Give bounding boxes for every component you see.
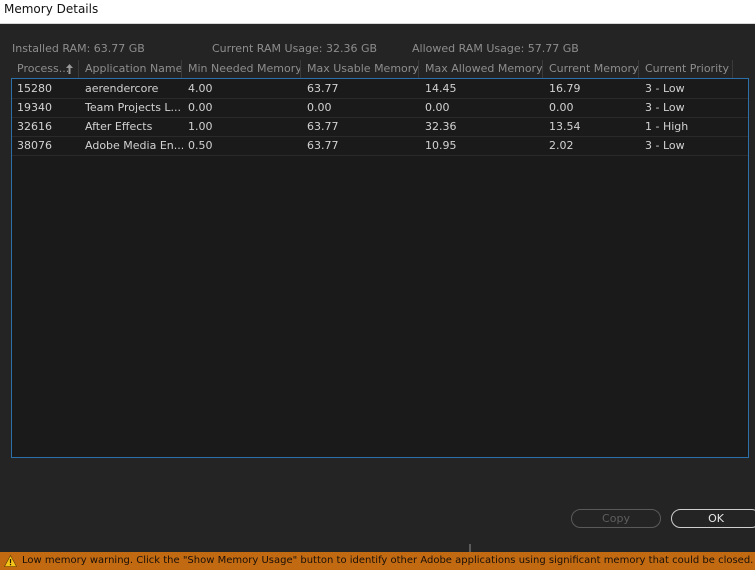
- window-title: Memory Details: [4, 2, 99, 16]
- column-header-min-needed-memory[interactable]: Min Needed Memory: [182, 60, 301, 78]
- cell-process-id: 15280: [17, 82, 52, 95]
- title-bar: Memory Details: [0, 0, 755, 24]
- warning-triangle-icon: [4, 555, 17, 567]
- cell-min-needed-memory: 4.00: [188, 82, 213, 95]
- table-row[interactable]: 15280 aerendercore 4.00 63.77 14.45 16.7…: [12, 79, 748, 99]
- sort-up-arrow-icon: [66, 64, 73, 74]
- ok-button[interactable]: OK: [671, 509, 755, 528]
- cell-current-priority: 3 - Low: [645, 101, 685, 114]
- cell-application-name: Adobe Media En...: [85, 139, 183, 152]
- cell-application-name: aerendercore: [85, 82, 159, 95]
- column-header-max-allowed-memory[interactable]: Max Allowed Memory: [419, 60, 543, 78]
- divider: [469, 544, 471, 552]
- cell-current-memory: 13.54: [549, 120, 581, 133]
- table-header: Process... Application Name Min Needed M…: [11, 60, 750, 78]
- cell-current-priority: 3 - Low: [645, 139, 685, 152]
- column-header-application-name[interactable]: Application Name: [79, 60, 182, 78]
- table-row[interactable]: 38076 Adobe Media En... 0.50 63.77 10.95…: [12, 136, 748, 156]
- allowed-ram-usage-label: Allowed RAM Usage: 57.77 GB: [412, 42, 579, 55]
- cell-max-usable-memory: 63.77: [307, 139, 339, 152]
- cell-min-needed-memory: 0.50: [188, 139, 213, 152]
- cell-process-id: 38076: [17, 139, 52, 152]
- cell-min-needed-memory: 0.00: [188, 101, 213, 114]
- cell-max-usable-memory: 0.00: [307, 101, 332, 114]
- cell-current-memory: 2.02: [549, 139, 574, 152]
- column-header-max-usable-memory[interactable]: Max Usable Memory: [301, 60, 419, 78]
- installed-ram-label: Installed RAM: 63.77 GB: [12, 42, 145, 55]
- cell-max-allowed-memory: 10.95: [425, 139, 457, 152]
- cell-max-allowed-memory: 14.45: [425, 82, 457, 95]
- current-ram-usage-label: Current RAM Usage: 32.36 GB: [212, 42, 378, 55]
- cell-current-memory: 16.79: [549, 82, 581, 95]
- table-row[interactable]: 19340 Team Projects L... 0.00 0.00 0.00 …: [12, 98, 748, 118]
- cell-current-priority: 1 - High: [645, 120, 689, 133]
- column-header-current-memory[interactable]: Current Memory: [543, 60, 639, 78]
- cell-max-allowed-memory: 32.36: [425, 120, 457, 133]
- column-header-process[interactable]: Process...: [11, 60, 79, 78]
- low-memory-warning-bar: Low memory warning. Click the "Show Memo…: [0, 552, 755, 570]
- cell-application-name: After Effects: [85, 120, 153, 133]
- warning-message: Low memory warning. Click the "Show Memo…: [22, 555, 754, 566]
- column-header-label: Process...: [17, 62, 70, 75]
- cell-process-id: 32616: [17, 120, 52, 133]
- copy-button[interactable]: Copy: [571, 509, 661, 528]
- table-row[interactable]: 32616 After Effects 1.00 63.77 32.36 13.…: [12, 117, 748, 137]
- cell-max-usable-memory: 63.77: [307, 120, 339, 133]
- cell-max-allowed-memory: 0.00: [425, 101, 450, 114]
- cell-min-needed-memory: 1.00: [188, 120, 213, 133]
- cell-process-id: 19340: [17, 101, 52, 114]
- column-header-current-priority[interactable]: Current Priority: [639, 60, 733, 78]
- cell-current-memory: 0.00: [549, 101, 574, 114]
- cell-current-priority: 3 - Low: [645, 82, 685, 95]
- cell-max-usable-memory: 63.77: [307, 82, 339, 95]
- memory-table[interactable]: 15280 aerendercore 4.00 63.77 14.45 16.7…: [11, 78, 749, 458]
- cell-application-name: Team Projects L...: [85, 101, 182, 114]
